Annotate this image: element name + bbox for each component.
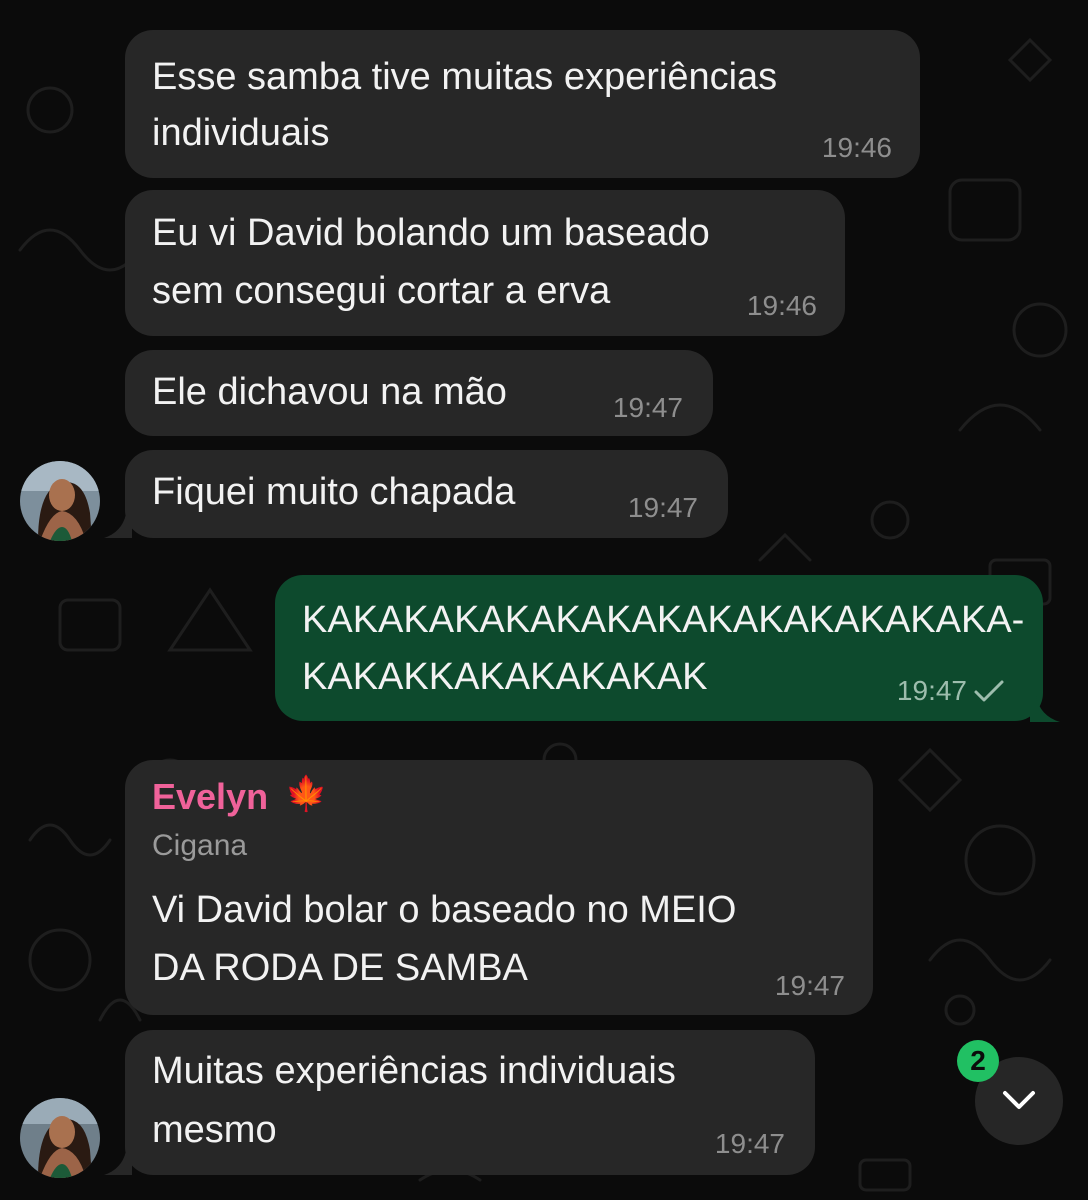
message-text-line: sem consegui cortar a erva (152, 270, 611, 312)
message-bubble-incoming[interactable]: Esse samba tive muitas experiências indi… (125, 30, 920, 178)
message-timestamp: 19:47 (612, 392, 683, 423)
single-check-icon (974, 680, 1004, 702)
bubble-tail (1030, 696, 1060, 722)
bubble-tail (104, 1151, 132, 1175)
message-timestamp: 19:46 (746, 290, 817, 321)
message-timestamp: 19:47 (896, 675, 967, 706)
message-text-line: Vi David bolar o baseado no MEIO (152, 889, 737, 931)
unread-count-badge: 2 (957, 1040, 999, 1082)
bubble-tail (104, 514, 132, 538)
message-text-line: individuais (152, 112, 330, 154)
message-bubble-incoming[interactable]: Fiquei muito chapada 19:47 (125, 450, 728, 538)
message-timestamp: 19:47 (627, 492, 698, 523)
sender-role: Cigana (152, 829, 248, 862)
message-bubble-incoming[interactable]: Evelyn 🍁 Cigana Vi David bolar o baseado… (125, 760, 873, 1015)
message-bubble-incoming[interactable]: Eu vi David bolando um baseado sem conse… (125, 190, 845, 336)
message-bubble-incoming[interactable]: Ele dichavou na mão 19:47 (125, 350, 713, 436)
message-bubble-outgoing[interactable]: KAKAKAKAKAKAKAKAKAKAKAKAKAKA- KAKAKKAKAK… (275, 575, 1043, 721)
message-timestamp: 19:47 (714, 1128, 785, 1159)
message-timestamp: 19:46 (821, 132, 892, 163)
maple-leaf-icon: 🍁 (285, 775, 328, 813)
message-text-line: Ele dichavou na mão (152, 371, 507, 413)
message-text-line: Muitas experiências individuais (152, 1050, 676, 1092)
message-bubble-incoming[interactable]: Muitas experiências individuais mesmo 19… (125, 1030, 815, 1175)
chevron-down-icon (1003, 1091, 1035, 1109)
contact-avatar[interactable] (20, 1098, 100, 1178)
message-text-line: KAKAKKAKAKAKAKAK (302, 656, 708, 698)
message-text-line: Fiquei muito chapada (152, 471, 516, 513)
message-text-line: mesmo (152, 1109, 277, 1151)
message-text-line: Esse samba tive muitas experiências (152, 56, 778, 98)
message-text-line: DA RODA DE SAMBA (152, 947, 528, 989)
sender-name[interactable]: Evelyn (152, 776, 268, 818)
message-timestamp: 19:47 (774, 970, 845, 1001)
message-text-line: KAKAKAKAKAKAKAKAKAKAKAKAKAKA- (302, 599, 1025, 641)
contact-avatar[interactable] (20, 461, 100, 541)
message-text-line: Eu vi David bolando um baseado (152, 212, 710, 254)
